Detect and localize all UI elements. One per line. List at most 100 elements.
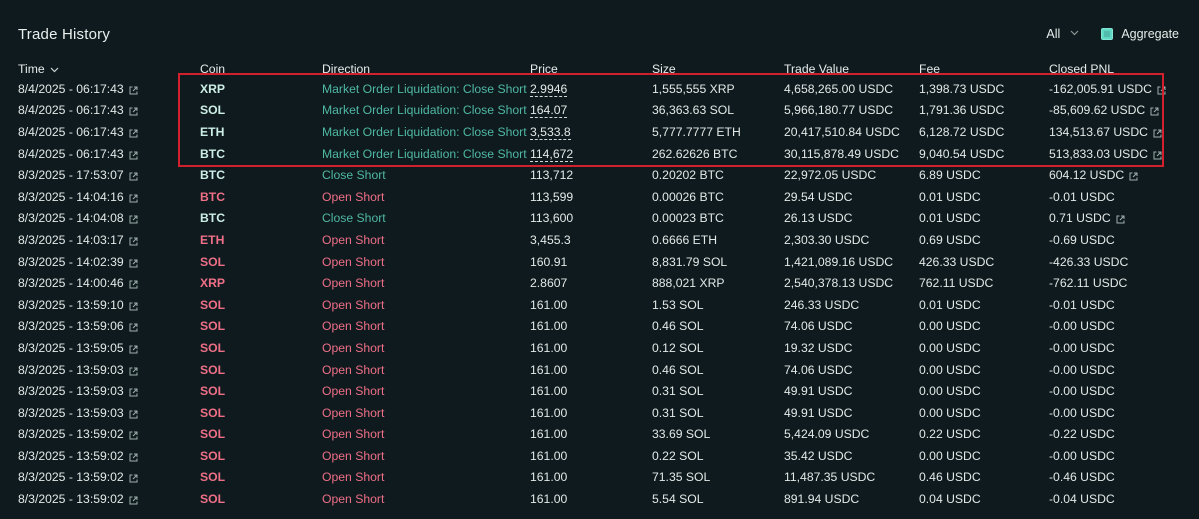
- cell-price-text: 161.00: [530, 448, 568, 463]
- external-link-icon[interactable]: [129, 474, 138, 483]
- external-link-icon[interactable]: [129, 129, 138, 138]
- cell-fee: 6,128.72 USDC: [919, 121, 1049, 143]
- cell-fee-text: 1,791.36 USDC: [919, 103, 1005, 118]
- table-row[interactable]: 8/4/2025 - 06:17:43 BTC Market Order Liqui…: [0, 143, 1199, 165]
- cell-coin: SOL: [200, 488, 322, 510]
- external-link-icon[interactable]: [1150, 107, 1159, 116]
- table-row[interactable]: 8/3/2025 - 13:59:02 SOL Open Short 161.00 0.…: [0, 445, 1199, 467]
- table-row[interactable]: 8/3/2025 - 13:59:05 SOL Open Short 161.00 0.…: [0, 337, 1199, 359]
- cell-trade-value-text: 74.06 USDC: [784, 319, 853, 334]
- cell-price-text: 161.00: [530, 470, 568, 485]
- cell-trade-value-text: 20,417,510.84 USDC: [784, 124, 900, 139]
- cell-time-text: 8/4/2025 - 06:17:43: [18, 146, 124, 161]
- cell-closed-pnl-text: -762.11 USDC: [1049, 276, 1128, 291]
- cell-fee-text: 0.00 USDC: [919, 384, 981, 399]
- table-header-row: Time Coin Direction Price Size Trade Val…: [0, 60, 1199, 78]
- cell-trade-value: 26.13 USDC: [784, 208, 919, 230]
- cell-fee: 0.00 USDC: [919, 445, 1049, 467]
- table-row[interactable]: 8/3/2025 - 13:59:03 SOL Open Short 161.00 0.…: [0, 402, 1199, 424]
- table-row[interactable]: 8/3/2025 - 13:59:03 SOL Open Short 161.00 0.…: [0, 359, 1199, 381]
- column-header-fee[interactable]: Fee: [919, 60, 1049, 78]
- table-row[interactable]: 8/3/2025 - 13:59:02 SOL Open Short 161.00 71…: [0, 467, 1199, 489]
- cell-closed-pnl: -162,005.91 USDC: [1049, 78, 1199, 100]
- table-row[interactable]: 8/3/2025 - 17:53:07 BTC Close Short 113,712…: [0, 164, 1199, 186]
- external-link-icon[interactable]: [1116, 215, 1125, 224]
- filter-value: All: [1046, 27, 1061, 41]
- cell-closed-pnl-text: 134,513.67 USDC: [1049, 124, 1148, 139]
- external-link-icon[interactable]: [129, 302, 138, 311]
- cell-size: 888,021 XRP: [652, 272, 784, 294]
- cell-trade-value-text: 22,972.05 USDC: [784, 168, 877, 183]
- external-link-icon[interactable]: [1129, 172, 1138, 181]
- aggregate-checkbox[interactable]: [1101, 28, 1114, 40]
- cell-closed-pnl: -0.01 USDC: [1049, 186, 1199, 208]
- cell-price-text: 161.00: [530, 492, 568, 507]
- table-row[interactable]: 8/3/2025 - 14:04:08 BTC Close Short 113,600…: [0, 208, 1199, 230]
- cell-time: 8/3/2025 - 13:59:03: [0, 380, 200, 402]
- cell-fee: 1,791.36 USDC: [919, 100, 1049, 122]
- cell-size-text: 33.69 SOL: [652, 427, 711, 442]
- cell-fee-text: 0.46 USDC: [919, 470, 981, 485]
- table-row[interactable]: 8/4/2025 - 06:17:43 SOL Market Order Liqui…: [0, 100, 1199, 122]
- cell-trade-value: 2,540,378.13 USDC: [784, 272, 919, 294]
- external-link-icon[interactable]: [129, 86, 138, 95]
- external-link-icon[interactable]: [129, 323, 138, 332]
- cell-coin: SOL: [200, 100, 322, 122]
- cell-coin-text: SOL: [200, 103, 226, 118]
- cell-coin: SOL: [200, 359, 322, 381]
- cell-time: 8/3/2025 - 13:59:02: [0, 467, 200, 489]
- cell-closed-pnl-text: -0.00 USDC: [1049, 384, 1115, 399]
- table-row[interactable]: 8/3/2025 - 13:59:02 SOL Open Short 161.00 33…: [0, 424, 1199, 446]
- external-link-icon[interactable]: [129, 151, 138, 160]
- table-row[interactable]: 8/3/2025 - 13:59:10 SOL Open Short 161.00 1.…: [0, 294, 1199, 316]
- cell-coin: SOL: [200, 251, 322, 273]
- coin-filter-dropdown[interactable]: All: [1046, 27, 1079, 41]
- column-header-direction[interactable]: Direction: [322, 60, 530, 78]
- external-link-icon[interactable]: [129, 107, 138, 116]
- external-link-icon[interactable]: [1157, 86, 1166, 95]
- table-row[interactable]: 8/3/2025 - 14:02:39 SOL Open Short 160.91 8,…: [0, 251, 1199, 273]
- cell-direction-text: Market Order Liquidation: Close Short: [322, 81, 527, 96]
- external-link-icon[interactable]: [129, 367, 138, 376]
- external-link-icon[interactable]: [129, 259, 138, 268]
- table-row[interactable]: 8/3/2025 - 13:59:06 SOL Open Short 161.00 0.…: [0, 316, 1199, 338]
- cell-closed-pnl-text: -0.00 USDC: [1049, 340, 1115, 355]
- external-link-icon[interactable]: [129, 345, 138, 354]
- table-row[interactable]: 8/3/2025 - 14:03:17 ETH Open Short 3,455.3 0…: [0, 229, 1199, 251]
- cell-size: 0.00023 BTC: [652, 208, 784, 230]
- column-header-price[interactable]: Price: [530, 60, 652, 78]
- cell-time-text: 8/4/2025 - 06:17:43: [18, 124, 124, 139]
- column-header-size[interactable]: Size: [652, 60, 784, 78]
- table-row[interactable]: 8/3/2025 - 13:59:03 SOL Open Short 161.00 0.…: [0, 380, 1199, 402]
- column-header-trade-value[interactable]: Trade Value: [784, 60, 919, 78]
- external-link-icon[interactable]: [129, 496, 138, 505]
- column-header-time[interactable]: Time: [0, 60, 200, 78]
- external-link-icon[interactable]: [129, 431, 138, 440]
- table-row[interactable]: 8/3/2025 - 13:59:02 SOL Open Short 161.00 5.…: [0, 488, 1199, 510]
- external-link-icon[interactable]: [129, 280, 138, 289]
- external-link-icon[interactable]: [129, 388, 138, 397]
- external-link-icon[interactable]: [129, 194, 138, 203]
- external-link-icon[interactable]: [129, 410, 138, 419]
- table-row[interactable]: 8/3/2025 - 14:04:16 BTC Open Short 113,599 0…: [0, 186, 1199, 208]
- external-link-icon[interactable]: [1153, 129, 1162, 138]
- cell-time-text: 8/3/2025 - 13:59:02: [18, 448, 124, 463]
- cell-fee: 0.46 USDC: [919, 467, 1049, 489]
- table-row[interactable]: 8/4/2025 - 06:17:43 XRP Market Order Liqui…: [0, 78, 1199, 100]
- table-row[interactable]: 8/3/2025 - 14:00:46 XRP Open Short 2.8607 88…: [0, 272, 1199, 294]
- cell-fee: 426.33 USDC: [919, 251, 1049, 273]
- external-link-icon[interactable]: [129, 453, 138, 462]
- cell-trade-value: 2,303.30 USDC: [784, 229, 919, 251]
- column-header-coin[interactable]: Coin: [200, 60, 322, 78]
- aggregate-toggle[interactable]: Aggregate: [1101, 27, 1179, 41]
- column-header-closed-pnl[interactable]: Closed PNL: [1049, 60, 1199, 78]
- external-link-icon[interactable]: [129, 172, 138, 181]
- table-row[interactable]: 8/4/2025 - 06:17:43 ETH Market Order Liqui…: [0, 121, 1199, 143]
- external-link-icon[interactable]: [1153, 151, 1162, 160]
- cell-time: 8/3/2025 - 13:59:10: [0, 294, 200, 316]
- cell-fee-text: 6,128.72 USDC: [919, 124, 1005, 139]
- external-link-icon[interactable]: [129, 215, 138, 224]
- external-link-icon[interactable]: [129, 237, 138, 246]
- table-controls: All Aggregate: [1046, 27, 1179, 41]
- cell-coin-text: BTC: [200, 211, 226, 226]
